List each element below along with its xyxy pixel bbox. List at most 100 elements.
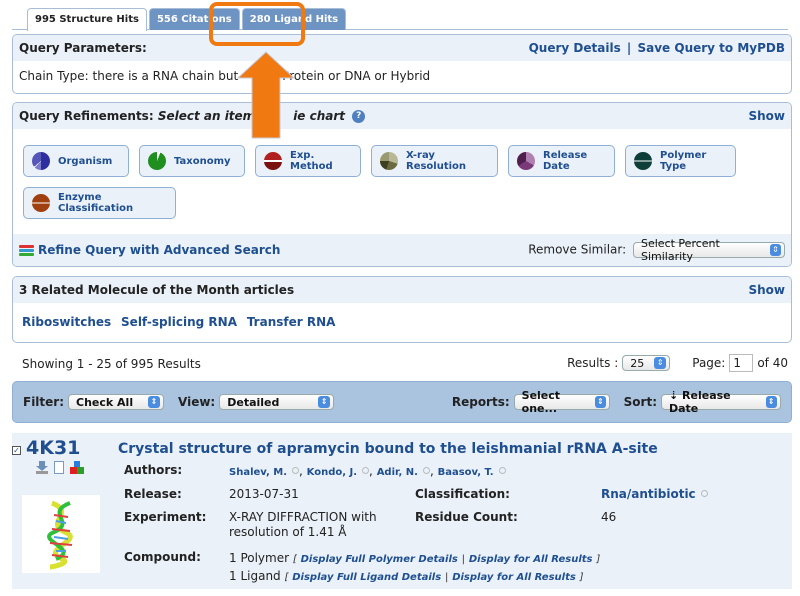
taxonomy-label: Taxonomy xyxy=(174,155,231,167)
author-link[interactable]: Baasov, T. xyxy=(438,467,494,478)
author-link[interactable]: Adir, N. xyxy=(377,467,418,478)
authors-list: Shalev, M., Kondo, J., Adir, N., Baasov,… xyxy=(229,464,506,478)
molecule-of-month-panel: 3 Related Molecule of the Month articles… xyxy=(12,276,792,343)
ligand-all-results-link[interactable]: Display for All Results xyxy=(452,572,576,583)
structure-thumbnail[interactable] xyxy=(22,495,100,573)
query-text-part2: Protein or DNA or Hybrid xyxy=(282,69,431,83)
experiment-label: Experiment: xyxy=(124,510,207,524)
filter-value: Check All xyxy=(76,395,134,409)
download-icon[interactable] xyxy=(36,461,48,474)
query-parameters-title: Query Parameters: xyxy=(19,41,147,55)
classification-link[interactable]: Rna/antibiotic xyxy=(601,487,696,501)
compound-label: Compound: xyxy=(124,550,201,564)
result-action-icons xyxy=(36,461,84,475)
page-label: Page: xyxy=(692,356,726,370)
bracket: [ xyxy=(292,554,297,565)
filter-bar: Filter: Check All ⇕ View: Detailed ⇕ Repor… xyxy=(12,381,792,423)
query-refinements-panel: Query Refinements: Select an item ie char… xyxy=(12,102,792,267)
filter-select[interactable]: Check All ⇕ xyxy=(68,394,165,410)
experiment-line-1: X-RAY DIFFRACTION with xyxy=(229,510,377,524)
search-icon[interactable] xyxy=(362,467,370,474)
polymer-type-button[interactable]: Polymer Type xyxy=(625,145,736,177)
bracket: ] xyxy=(596,554,601,565)
author-link[interactable]: Shalev, M. xyxy=(229,467,287,478)
bracket: ] xyxy=(579,572,584,583)
showing-results-text: Showing 1 - 25 of 995 Results xyxy=(22,357,201,371)
sort-label: Sort: xyxy=(623,395,657,409)
results-per-page-value: 25 xyxy=(630,356,645,370)
pie-chart-icon xyxy=(517,152,535,170)
percent-similarity-select[interactable]: Select Percent Similarity ⇕ xyxy=(633,237,785,263)
xray-resolution-label: X-ray Resolution xyxy=(406,150,467,172)
residue-count-label: Residue Count: xyxy=(415,510,518,524)
bracket-separator: | xyxy=(461,554,466,565)
query-details-link[interactable]: Query Details xyxy=(529,41,621,55)
motm-link-transfer-rna[interactable]: Transfer RNA xyxy=(247,315,336,329)
ligand-blocks-icon[interactable] xyxy=(70,461,84,475)
polymer-row: 1 Polymer [ Display Full Polymer Details… xyxy=(229,551,600,565)
residue-count-value: 46 xyxy=(601,510,617,524)
page-number-input[interactable]: 1 xyxy=(729,354,754,372)
enzyme-classification-button[interactable]: Enzyme Classification xyxy=(23,187,176,219)
pie-chart-icon xyxy=(32,152,50,170)
enzyme-classification-label: Enzyme Classification xyxy=(58,192,134,214)
result-checkbox[interactable]: ✓ xyxy=(12,446,21,455)
refinements-subtitle-b: ie chart xyxy=(293,109,346,123)
ligand-count: 1 Ligand xyxy=(229,569,281,583)
polymer-type-label: Polymer Type xyxy=(660,150,707,172)
view-label: View: xyxy=(178,395,216,409)
ligand-details-link[interactable]: Display Full Ligand Details xyxy=(292,572,441,583)
advanced-search-link[interactable]: Refine Query with Advanced Search xyxy=(38,243,280,257)
organism-label: Organism xyxy=(58,155,113,167)
rna-helix-image xyxy=(47,500,73,570)
motm-link-riboswitches[interactable]: Riboswitches xyxy=(22,315,111,329)
remove-similar-label: Remove Similar: xyxy=(528,242,627,257)
refinements-show-link[interactable]: Show xyxy=(748,109,785,123)
exp-method-button[interactable]: Exp. Method xyxy=(255,145,361,177)
pdb-id-link[interactable]: 4K31 xyxy=(26,437,80,459)
highlight-box-annotation xyxy=(209,2,305,46)
sort-select[interactable]: ⇣ Release Date ⇕ xyxy=(661,389,781,415)
xray-resolution-button[interactable]: X-ray Resolution xyxy=(371,145,498,177)
results-per-page-select[interactable]: 25 ⇕ xyxy=(622,355,671,371)
result-title-link[interactable]: Crystal structure of apramycin bound to … xyxy=(118,441,658,457)
pie-chart-icon xyxy=(380,152,398,170)
search-icon[interactable] xyxy=(422,467,430,474)
results-per-page-label: Results : xyxy=(567,356,619,370)
release-label: Release: xyxy=(124,487,182,501)
select-arrows-icon: ⇕ xyxy=(318,396,331,408)
reports-value: Select one... xyxy=(521,389,561,415)
motm-link-self-splicing-rna[interactable]: Self-splicing RNA xyxy=(121,315,237,329)
pie-chart-icon xyxy=(634,152,652,170)
release-date-button[interactable]: Release Date xyxy=(508,145,615,177)
save-query-link[interactable]: Save Query to MyPDB xyxy=(637,41,785,55)
view-select[interactable]: Detailed ⇕ xyxy=(219,394,335,410)
advanced-search-icon xyxy=(19,245,34,257)
polymer-details-link[interactable]: Display Full Polymer Details xyxy=(301,554,458,565)
search-icon[interactable] xyxy=(292,467,300,474)
sort-value: ⇣ Release Date xyxy=(669,389,731,415)
polymer-all-results-link[interactable]: Display for All Results xyxy=(469,554,593,565)
motm-show-link[interactable]: Show xyxy=(748,283,785,297)
separator: | xyxy=(626,41,632,55)
authors-label: Authors: xyxy=(124,463,183,477)
tab-structure-hits[interactable]: 995 Structure Hits xyxy=(27,8,147,31)
page-total: of 40 xyxy=(757,356,788,370)
select-arrows-icon: ⇕ xyxy=(770,244,781,256)
query-text-part1: Chain Type: there is a RNA chain but xyxy=(19,69,239,83)
select-arrows-icon: ⇕ xyxy=(595,396,606,408)
organism-button[interactable]: Organism xyxy=(23,145,129,177)
release-value: 2013-07-31 xyxy=(229,487,299,501)
motm-title: 3 Related Molecule of the Month articles xyxy=(19,283,295,297)
view-value: Detailed xyxy=(227,395,280,409)
taxonomy-button[interactable]: Taxonomy xyxy=(139,145,245,177)
refinements-title: Query Refinements: xyxy=(19,109,154,123)
search-icon[interactable] xyxy=(498,467,506,474)
search-icon[interactable] xyxy=(700,490,708,497)
reports-select[interactable]: Select one... ⇕ xyxy=(513,389,610,415)
document-icon[interactable] xyxy=(54,461,64,474)
classification-label: Classification: xyxy=(415,487,510,501)
pie-chart-icon xyxy=(148,152,166,170)
question-circle-icon[interactable]: ? xyxy=(352,110,366,123)
author-link[interactable]: Kondo, J. xyxy=(307,467,357,478)
